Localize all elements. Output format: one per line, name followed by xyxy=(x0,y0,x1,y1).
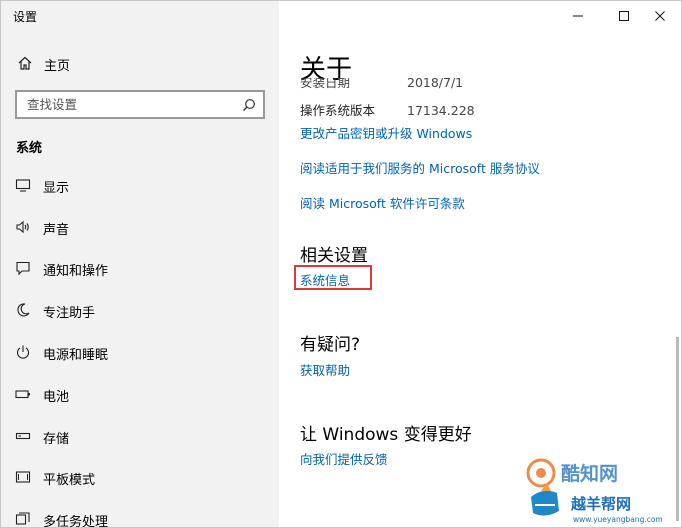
window-title: 设置 xyxy=(13,10,38,24)
sidebar-item-label: 主页 xyxy=(44,59,71,74)
sidebar-item-label: 声音 xyxy=(43,223,70,238)
sidebar-item-display[interactable]: 显示 xyxy=(1,167,279,203)
sidebar-item-sound[interactable]: 声音 xyxy=(1,209,279,245)
sidebar-item-label: 显示 xyxy=(43,181,70,196)
install-date-value: 2018/7/1 xyxy=(407,78,464,90)
home-icon xyxy=(17,55,33,71)
sidebar-item-home[interactable]: 主页 xyxy=(1,47,279,79)
improve-windows-heading: 让 Windows 变得更好 xyxy=(300,425,472,445)
sidebar-item-label: 多任务处理 xyxy=(43,515,109,528)
watermark-logo: 酷知网 越羊帮网 www.yueyangbang.com xyxy=(521,453,681,527)
license-terms-link[interactable]: 阅读 Microsoft 软件许可条款 xyxy=(300,193,465,212)
sidebar-item-label: 电源和睡眠 xyxy=(43,348,109,363)
settings-window: 设置 主页 系统 显示 声音 xyxy=(0,0,682,528)
sidebar-item-power-sleep[interactable]: 电源和睡眠 xyxy=(1,334,279,370)
install-date-label: 安装日期 xyxy=(300,78,351,90)
main-content: 关于 安装日期 2018/7/1 操作系统版本 17134.228 更改产品密钥或升… xyxy=(279,1,681,527)
watermark-text-main: 越羊帮网 xyxy=(571,495,632,513)
section-title: 系统 xyxy=(16,141,43,156)
sidebar-item-tablet-mode[interactable]: 平板模式 xyxy=(1,459,279,495)
os-version-label: 操作系统版本 xyxy=(300,103,376,118)
system-info-link[interactable]: 系统信息 xyxy=(300,270,350,289)
os-version-value: 17134.228 xyxy=(407,103,475,118)
monitor-icon xyxy=(15,177,31,193)
sidebar: 设置 主页 系统 显示 声音 xyxy=(1,1,279,528)
watermark-url: www.yueyangbang.com xyxy=(573,515,663,524)
get-help-link[interactable]: 获取帮助 xyxy=(300,360,350,379)
change-product-key-link[interactable]: 更改产品密钥或升级 Windows xyxy=(300,123,472,142)
sidebar-item-notifications[interactable]: 通知和操作 xyxy=(1,250,279,286)
sidebar-item-focus-assist[interactable]: 专注助手 xyxy=(1,292,279,328)
speaker-icon xyxy=(15,219,31,235)
watermark-text-top: 酷知网 xyxy=(561,463,619,485)
battery-icon xyxy=(15,386,31,402)
power-icon xyxy=(15,344,31,360)
sidebar-item-storage[interactable]: 存储 xyxy=(1,418,279,454)
install-date-row: 安装日期 2018/7/1 xyxy=(300,78,600,90)
multitask-icon xyxy=(15,511,31,527)
search-icon[interactable] xyxy=(242,97,256,111)
sidebar-item-battery[interactable]: 电池 xyxy=(1,376,279,412)
search-input[interactable] xyxy=(17,92,237,117)
sidebar-item-label: 平板模式 xyxy=(43,473,96,488)
moon-icon xyxy=(15,302,31,318)
sidebar-item-label: 电池 xyxy=(43,390,70,405)
sidebar-item-label: 存储 xyxy=(43,432,70,447)
related-settings-heading: 相关设置 xyxy=(300,246,368,266)
notification-icon xyxy=(15,260,31,276)
service-agreement-link[interactable]: 阅读适用于我们服务的 Microsoft 服务协议 xyxy=(300,158,540,177)
sidebar-item-label: 通知和操作 xyxy=(43,264,109,279)
os-version-row: 操作系统版本 17134.228 xyxy=(300,100,475,119)
search-box[interactable] xyxy=(15,90,265,119)
tablet-icon xyxy=(15,469,31,485)
storage-icon xyxy=(15,428,31,444)
questions-heading: 有疑问? xyxy=(300,335,361,355)
feedback-link[interactable]: 向我们提供反馈 xyxy=(300,449,388,468)
sidebar-item-label: 专注助手 xyxy=(43,306,96,321)
sidebar-item-multitasking[interactable]: 多任务处理 xyxy=(1,501,279,528)
